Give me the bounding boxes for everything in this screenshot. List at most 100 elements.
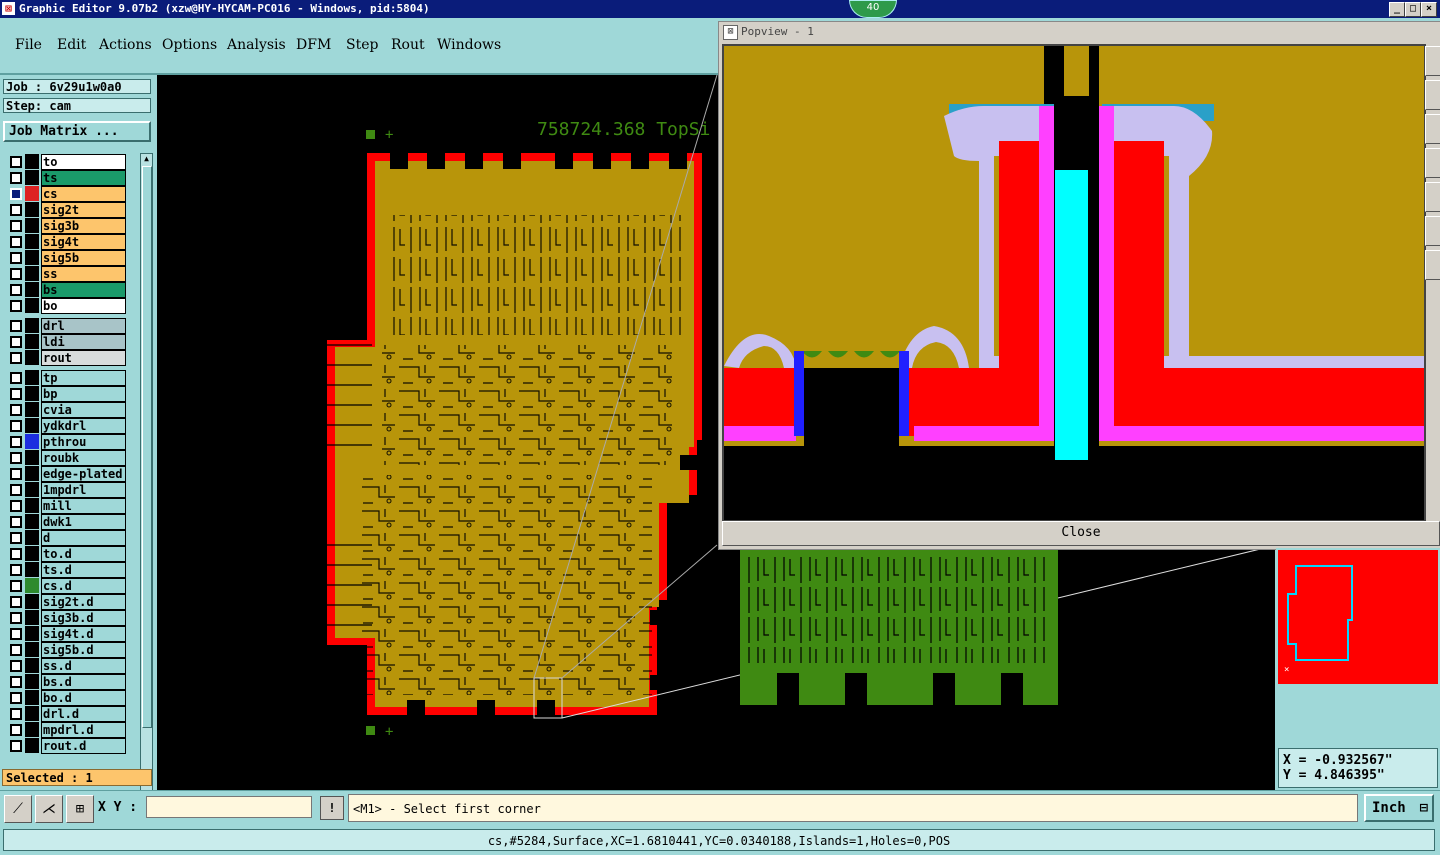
menu-edit[interactable]: Edit [57,37,86,53]
layer-row-1mpdrl[interactable]: 1mpdrl [5,482,126,498]
layer-checkbox[interactable] [10,500,22,512]
layer-row-drl[interactable]: drl [5,318,126,334]
layer-checkbox[interactable] [10,420,22,432]
layer-checkbox[interactable] [10,284,22,296]
layer-row-bo[interactable]: bo [5,298,126,314]
layer-row-sig3b[interactable]: sig3b [5,218,126,234]
layer-name[interactable]: ss [41,266,126,282]
job-matrix-button[interactable]: Job Matrix ... [3,121,151,142]
minimize-button[interactable]: _ [1389,2,1405,17]
grid-icon[interactable]: ⊞ [66,795,94,823]
layer-row-sig4t[interactable]: sig4t [5,234,126,250]
layer-checkbox[interactable] [10,740,22,752]
scroll-up-icon[interactable]: ▲ [141,154,152,164]
menu-file[interactable]: File [15,37,42,53]
layer-name[interactable]: tp [41,370,126,386]
menu-step[interactable]: Step [346,37,378,53]
layer-row-roubk[interactable]: roubk [5,450,126,466]
popview-canvas[interactable] [722,44,1426,522]
layer-row-ldi[interactable]: ldi [5,334,126,350]
layer-row-sig5b.d[interactable]: sig5b.d [5,642,126,658]
layer-name[interactable]: ts [41,170,126,186]
layer-name[interactable]: pthrou [41,434,126,450]
layer-checkbox[interactable] [10,236,22,248]
layer-checkbox[interactable] [10,596,22,608]
layer-checkbox[interactable] [10,372,22,384]
layer-checkbox[interactable] [10,352,22,364]
layer-row-ts.d[interactable]: ts.d [5,562,126,578]
layer-row-dwk1[interactable]: dwk1 [5,514,126,530]
layer-checkbox[interactable] [10,468,22,480]
layer-row-pthrou[interactable]: pthrou [5,434,126,450]
layer-checkbox[interactable] [10,320,22,332]
popview-tool-2[interactable] [1425,80,1440,110]
layer-name[interactable]: d [41,530,126,546]
layer-list-scrollbar[interactable]: ▲ ▼ [140,153,153,839]
layer-checkbox[interactable] [10,220,22,232]
layer-checkbox[interactable] [10,580,22,592]
layer-row-mill[interactable]: mill [5,498,126,514]
layer-row-to[interactable]: to [5,154,126,170]
layer-row-ss[interactable]: ss [5,266,126,282]
layer-row-to.d[interactable]: to.d [5,546,126,562]
menu-rout[interactable]: Rout [391,37,425,53]
menu-actions[interactable]: Actions [99,37,152,53]
layer-checkbox[interactable] [10,676,22,688]
layer-name[interactable]: bo.d [41,690,126,706]
popview-tool-5[interactable] [1425,182,1440,212]
scroll-thumb[interactable] [142,166,152,728]
layer-name[interactable]: drl.d [41,706,126,722]
popview-tool-4[interactable] [1425,148,1440,178]
layer-row-sig3b.d[interactable]: sig3b.d [5,610,126,626]
layer-name[interactable]: mpdrl.d [41,722,126,738]
layer-checkbox[interactable] [10,300,22,312]
layer-name[interactable]: sig5b [41,250,126,266]
popview-window[interactable]: ⊠ Popview - 1 Close [718,21,1440,550]
layer-row-ss.d[interactable]: ss.d [5,658,126,674]
layer-checkbox[interactable] [10,336,22,348]
layer-name[interactable]: mill [41,498,126,514]
layer-name[interactable]: bp [41,386,126,402]
layer-row-edge-plated[interactable]: edge-plated [5,466,126,482]
layer-name[interactable]: sig3b [41,218,126,234]
layer-name[interactable]: dwk1 [41,514,126,530]
layer-name[interactable]: ss.d [41,658,126,674]
layer-name[interactable]: drl [41,318,126,334]
layer-checkbox[interactable] [10,628,22,640]
layer-checkbox[interactable] [10,252,22,264]
layer-checkbox[interactable] [10,692,22,704]
layer-row-mpdrl.d[interactable]: mpdrl.d [5,722,126,738]
layer-name[interactable]: sig2t [41,202,126,218]
maximize-button[interactable]: □ [1405,2,1421,17]
layer-name[interactable]: edge-plated [41,466,126,482]
layer-row-sig5b[interactable]: sig5b [5,250,126,266]
layer-name[interactable]: sig5b.d [41,642,126,658]
layer-name[interactable]: to [41,154,126,170]
popview-tool-3[interactable] [1425,114,1440,144]
layer-checkbox[interactable] [10,388,22,400]
layer-row-cvia[interactable]: cvia [5,402,126,418]
layer-checkbox[interactable] [10,484,22,496]
layer-row-cs[interactable]: cs [5,186,126,202]
layer-checkbox[interactable] [10,452,22,464]
layer-name[interactable]: cvia [41,402,126,418]
layer-row-sig2t.d[interactable]: sig2t.d [5,594,126,610]
layer-checkbox[interactable] [10,708,22,720]
menu-windows[interactable]: Windows [437,37,501,53]
layer-checkbox[interactable] [10,204,22,216]
menu-analysis[interactable]: Analysis [227,37,286,53]
layer-row-d[interactable]: d [5,530,126,546]
layer-name[interactable]: cs [41,186,126,202]
window-title-bar[interactable]: ⊠ Graphic Editor 9.07b2 (xzw@HY-HYCAM-PC… [0,0,1440,18]
layer-name[interactable]: sig3b.d [41,610,126,626]
layer-name[interactable]: ts.d [41,562,126,578]
menu-options[interactable]: Options [162,37,217,53]
layer-checkbox[interactable] [10,532,22,544]
layer-row-bs.d[interactable]: bs.d [5,674,126,690]
layer-checkbox[interactable] [10,516,22,528]
layer-row-rout[interactable]: rout [5,350,126,366]
menu-dfm[interactable]: DFM [296,37,331,53]
layer-checkbox[interactable] [10,564,22,576]
popview-close-button[interactable]: Close [722,521,1440,546]
layer-checkbox[interactable] [10,436,22,448]
